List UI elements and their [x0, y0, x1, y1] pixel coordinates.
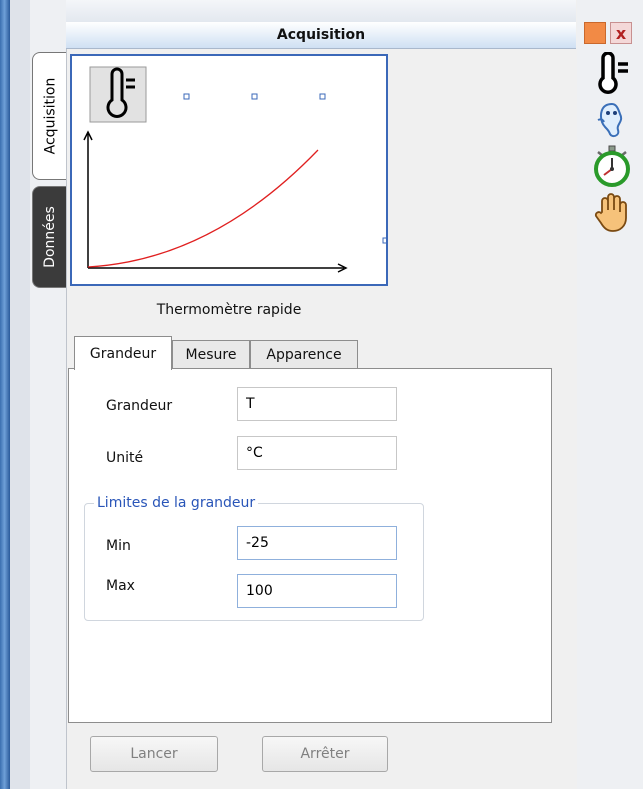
min-input[interactable]: [237, 526, 397, 560]
resize-handle: [319, 93, 326, 100]
thermometer-tool[interactable]: [585, 52, 639, 96]
stop-button[interactable]: Arrêter: [262, 736, 388, 772]
preview-curve: [87, 149, 319, 268]
unite-label: Unité: [106, 450, 144, 466]
max-label: Max: [106, 578, 135, 594]
stopwatch-icon: [594, 145, 630, 187]
grandeur-label: Grandeur: [106, 398, 173, 414]
grandeur-input[interactable]: [237, 387, 397, 421]
side-tab-acquisition[interactable]: Acquisition: [32, 52, 67, 180]
side-tab-donnees-label: Données: [42, 206, 58, 268]
resize-handle: [251, 93, 258, 100]
tab-mesure[interactable]: Mesure: [172, 340, 250, 369]
resize-handle: [183, 93, 190, 100]
side-tab-acquisition-label: Acquisition: [42, 77, 58, 155]
ghost-icon: [597, 102, 623, 138]
max-input[interactable]: [237, 574, 397, 608]
limits-group-title: Limites de la grandeur: [94, 495, 259, 511]
unite-input[interactable]: [237, 436, 397, 470]
close-button[interactable]: x: [610, 22, 632, 44]
side-tab-donnees[interactable]: Données: [32, 186, 67, 288]
minimize-button[interactable]: [584, 22, 606, 44]
tab-apparence[interactable]: Apparence: [250, 340, 358, 369]
sensor-name: Thermomètre rapide: [156, 302, 302, 318]
hand-icon: [594, 193, 627, 232]
close-icon: x: [615, 23, 627, 43]
stopwatch-tool[interactable]: [585, 144, 639, 188]
min-label: Min: [106, 538, 131, 554]
side-tabs: Acquisition Données: [30, 0, 67, 789]
panel-title: Acquisition: [66, 22, 576, 49]
start-button[interactable]: Lancer: [90, 736, 218, 772]
top-strip: [66, 0, 576, 22]
left-strip: [10, 0, 31, 789]
resize-handle: [382, 237, 386, 244]
thermometer-icon: [598, 52, 628, 94]
tab-grandeur[interactable]: Grandeur: [74, 336, 172, 370]
thermometer-icon[interactable]: [89, 66, 147, 123]
ghost-tool[interactable]: [585, 98, 639, 142]
hand-tool[interactable]: [585, 190, 639, 234]
window-left-edge: [0, 0, 10, 789]
sensor-graph[interactable]: [70, 54, 388, 286]
